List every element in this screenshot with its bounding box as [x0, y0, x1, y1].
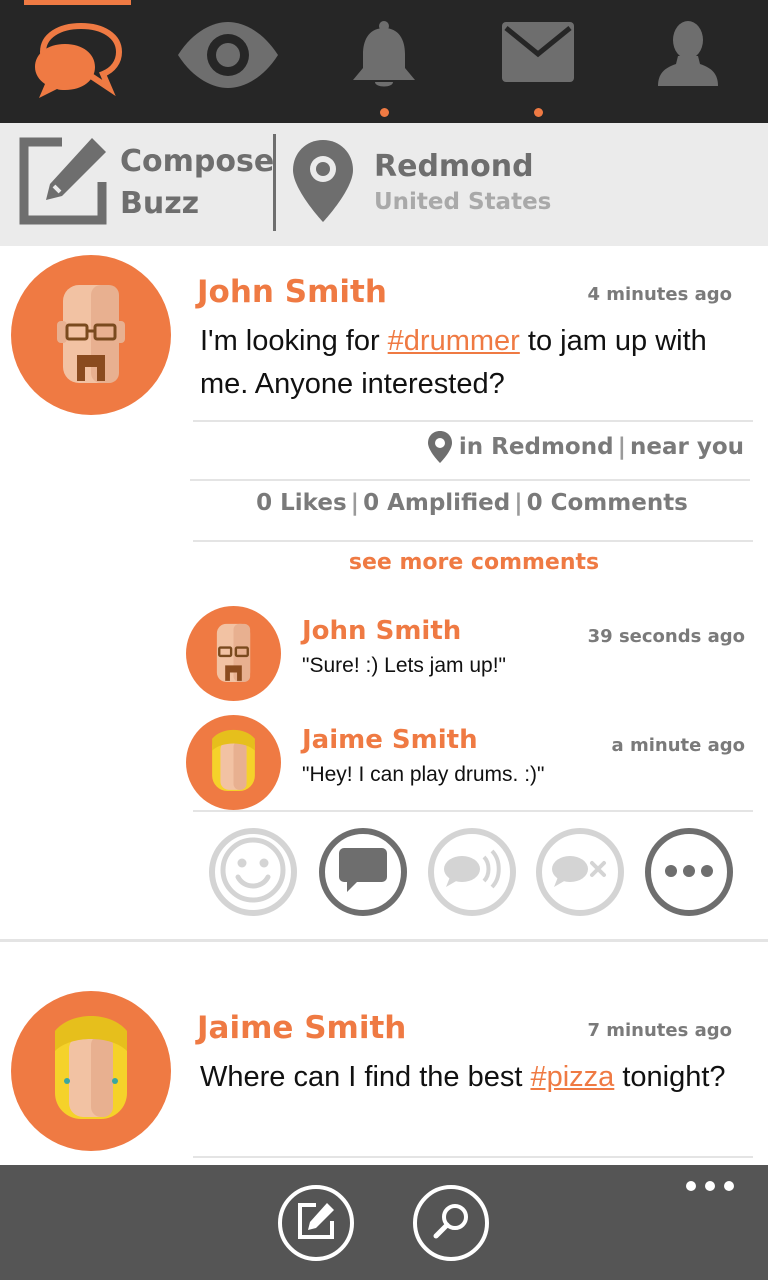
location-country: United States: [374, 188, 552, 215]
post-text-part: I'm looking for: [200, 325, 388, 357]
bell-icon: [349, 20, 419, 94]
comment-avatar-jaime-smith[interactable]: [186, 715, 281, 810]
location-city: Redmond: [374, 148, 534, 184]
separator: [190, 479, 750, 481]
meta-separator: |: [350, 490, 360, 516]
dot: [705, 1181, 715, 1191]
post-text-part: Where can I find the best: [200, 1061, 531, 1093]
location-selector[interactable]: Redmond United States: [290, 135, 710, 230]
post-text: Where can I find the best #pizza tonight…: [200, 1056, 748, 1099]
dot: [724, 1181, 734, 1191]
comment-author[interactable]: Jaime Smith: [302, 725, 478, 755]
separator: [193, 420, 753, 422]
avatar-john-smith[interactable]: [11, 255, 171, 415]
amplify-button[interactable]: [428, 828, 516, 916]
separator: [193, 810, 753, 812]
meta-separator: |: [514, 490, 523, 516]
search-icon: [431, 1201, 471, 1245]
tab-messages[interactable]: [483, 20, 593, 117]
post-text: I'm looking for #drummer to jam up with …: [200, 320, 748, 406]
more-options-button[interactable]: [645, 828, 733, 916]
comment-icon: [337, 846, 389, 898]
app-bar: [0, 1165, 768, 1280]
divider: [273, 134, 276, 231]
search-button[interactable]: [413, 1185, 489, 1261]
more-icon: [663, 863, 715, 882]
comment-author[interactable]: John Smith: [302, 616, 461, 646]
like-button[interactable]: [209, 828, 297, 916]
compose-icon: [296, 1201, 336, 1245]
mute-icon: [550, 845, 610, 899]
compose-buzz-button[interactable]: Compose Buzz: [18, 135, 274, 230]
tab-profile[interactable]: [633, 20, 743, 115]
location-text: in Redmond: [458, 434, 614, 460]
post-location: in Redmond | near you: [427, 430, 744, 464]
tab-watch[interactable]: [173, 20, 283, 115]
comment-text: "Hey! I can play drums. :)": [302, 763, 545, 786]
active-tab-indicator: [24, 0, 131, 5]
dot: [686, 1181, 696, 1191]
post-time: 4 minutes ago: [587, 284, 732, 305]
post-stats: 0 Likes | 0 Amplified | 0 Comments: [190, 490, 754, 516]
profile-icon: [654, 20, 722, 94]
separator: [193, 1156, 753, 1158]
comment-text: "Sure! :) Lets jam up!": [302, 654, 506, 677]
map-pin-icon: [427, 430, 453, 464]
tab-notifications[interactable]: [329, 20, 439, 117]
comment-avatar-john-smith[interactable]: [186, 606, 281, 701]
avatar-jaime-smith[interactable]: [11, 991, 171, 1151]
compose-label: Compose Buzz: [120, 141, 274, 225]
smile-icon: [218, 835, 288, 909]
tab-buzz[interactable]: [22, 20, 132, 115]
message-dot: [534, 108, 543, 117]
likes-count[interactable]: 0 Likes: [256, 490, 347, 516]
amplify-icon: [442, 845, 502, 899]
comment-time: 39 seconds ago: [587, 626, 745, 647]
comments-count[interactable]: 0 Comments: [527, 490, 688, 516]
compose-label-line1: Compose: [120, 143, 275, 179]
eye-icon: [176, 20, 280, 94]
compose-button[interactable]: [278, 1185, 354, 1261]
comment-time: a minute ago: [611, 735, 745, 756]
app-bar-more-button[interactable]: [686, 1176, 734, 1196]
meta-separator: |: [617, 434, 626, 460]
compose-label-line2: Buzz: [120, 185, 200, 221]
mail-icon: [500, 20, 576, 88]
post-divider: [0, 939, 768, 942]
post-time: 7 minutes ago: [587, 1020, 732, 1041]
comment-button[interactable]: [319, 828, 407, 916]
see-more-comments-link[interactable]: see more comments: [193, 550, 755, 575]
post-author[interactable]: John Smith: [197, 274, 387, 310]
separator: [193, 540, 753, 542]
hashtag-link[interactable]: #pizza: [530, 1061, 614, 1093]
mute-button[interactable]: [536, 828, 624, 916]
notification-dot: [380, 108, 389, 117]
post-author[interactable]: Jaime Smith: [197, 1010, 406, 1046]
hashtag-link[interactable]: #drummer: [388, 325, 520, 357]
map-pin-icon: [290, 138, 356, 228]
edit-icon: [18, 136, 108, 230]
post-text-part: tonight?: [614, 1061, 726, 1093]
chat-bubbles-icon: [31, 20, 123, 104]
proximity-text: near you: [629, 434, 744, 460]
amplified-count[interactable]: 0 Amplified: [363, 490, 510, 516]
